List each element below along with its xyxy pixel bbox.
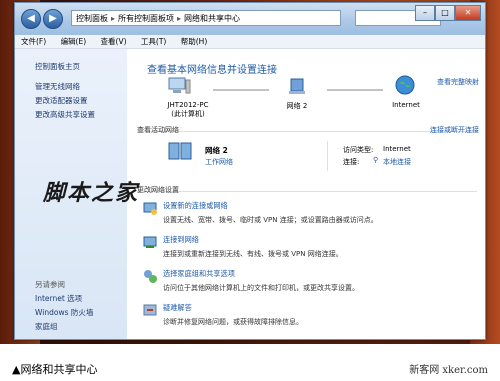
connection-label: 连接:: [343, 158, 360, 166]
task-setup-connection[interactable]: 设置新的连接或网络 设置无线、宽带、拨号、临时或 VPN 连接；或设置路由器或访…: [143, 201, 378, 225]
network-icon: [287, 77, 307, 95]
sidebar-item-manage-wireless[interactable]: 管理无线网络: [35, 81, 80, 92]
menu-bar: 文件(F) 编辑(E) 查看(V) 工具(T) 帮助(H): [15, 35, 485, 49]
network-name: 网络 2: [286, 102, 308, 110]
task-title[interactable]: 疑难解答: [163, 303, 303, 313]
watermark: 脚本之家: [43, 180, 140, 206]
address-segment[interactable]: 网络和共享中心: [184, 14, 240, 23]
task-troubleshoot[interactable]: 疑难解答 诊断并修复网络问题，或获得故障排除信息。: [143, 303, 303, 327]
back-button[interactable]: ◀: [21, 9, 41, 29]
sidebar-item-adapter-settings[interactable]: 更改适配器设置: [35, 95, 88, 106]
task-connect-network[interactable]: 连接到网络 连接到或重新连接到无线、有线、拨号或 VPN 网络连接。: [143, 235, 343, 259]
task-title[interactable]: 设置新的连接或网络: [163, 201, 378, 211]
network-type-link[interactable]: 工作网络: [205, 157, 233, 167]
homegroup-icon: [144, 270, 157, 283]
task-title[interactable]: 选择家庭组和共享选项: [163, 269, 359, 279]
minimize-button[interactable]: –: [415, 5, 435, 21]
figure-caption: ▲网络和共享中心: [12, 363, 98, 376]
menu-edit[interactable]: 编辑(E): [61, 37, 87, 46]
map-connector: [213, 89, 269, 91]
connection-link[interactable]: 本地连接: [383, 157, 411, 167]
close-button[interactable]: ✕: [455, 5, 481, 21]
maximize-button[interactable]: □: [435, 5, 455, 21]
active-network-name: 网络 2: [205, 146, 228, 155]
setup-connection-icon: [143, 202, 157, 215]
address-bar[interactable]: 控制面板 ▸ 所有控制面板项 ▸ 网络和共享中心: [71, 10, 341, 26]
active-networks-heading: 查看活动网络: [137, 126, 179, 134]
connect-network-icon: [143, 236, 157, 248]
access-type-label: 访问类型:: [343, 146, 374, 154]
see-also-heading: 另请参阅: [35, 280, 65, 289]
section-divider: [137, 131, 477, 132]
active-network-icon: [167, 141, 193, 163]
troubleshoot-icon: [143, 304, 157, 316]
section-divider: [137, 191, 477, 192]
connect-disconnect-link[interactable]: 连接或断开连接: [430, 125, 479, 135]
menu-help[interactable]: 帮助(H): [181, 37, 208, 46]
map-connector: [327, 89, 383, 91]
task-description: 连接到或重新连接到无线、有线、拨号或 VPN 网络连接。: [163, 250, 343, 258]
task-homegroup-sharing[interactable]: 选择家庭组和共享选项 访问位于其他网络计算机上的文件和打印机，或更改共享设置。: [144, 269, 359, 293]
internet-label: Internet: [392, 101, 420, 109]
change-settings-heading: 更改网络设置: [137, 186, 179, 194]
address-segment[interactable]: 控制面板: [76, 14, 108, 23]
see-full-map-link[interactable]: 查看完整映射: [437, 77, 479, 87]
globe-icon: [395, 75, 415, 95]
explorer-window: ◀ ▶ 控制面板 ▸ 所有控制面板项 ▸ 网络和共享中心 – □ ✕ 文件(F) 编辑(…: [14, 2, 486, 340]
menu-tools[interactable]: 工具(T): [141, 37, 166, 46]
task-title[interactable]: 连接到网络: [163, 235, 343, 245]
sidebar-item-homegroup[interactable]: 家庭组: [35, 321, 58, 332]
signal-icon: ⚲: [373, 156, 379, 164]
computer-icon: [167, 77, 191, 95]
access-type-value: Internet: [383, 145, 411, 153]
menu-file[interactable]: 文件(F): [21, 37, 46, 46]
credit-text: 新客网 xker.com: [409, 365, 488, 376]
main-panel: 查看基本网络信息并设置连接 查看完整映射 JHT2012-PC (此计算机) 网…: [127, 49, 485, 339]
vertical-divider: [327, 141, 328, 171]
sidebar-item-control-panel-home[interactable]: 控制面板主页: [35, 61, 80, 72]
sidebar-item-advanced-sharing[interactable]: 更改高级共享设置: [35, 109, 95, 120]
sidebar-item-windows-firewall[interactable]: Windows 防火墙: [35, 307, 93, 318]
page-title: 查看基本网络信息并设置连接: [147, 65, 277, 76]
task-description: 访问位于其他网络计算机上的文件和打印机，或更改共享设置。: [163, 284, 359, 292]
address-segment[interactable]: 所有控制面板项: [118, 14, 174, 23]
task-description: 诊断并修复网络问题，或获得故障排除信息。: [163, 318, 303, 326]
task-description: 设置无线、宽带、拨号、临时或 VPN 连接；或设置路由器或访问点。: [163, 216, 378, 224]
computer-sub: (此计算机): [171, 110, 205, 118]
menu-view[interactable]: 查看(V): [101, 37, 127, 46]
computer-name: JHT2012-PC: [167, 101, 209, 109]
title-bar: ◀ ▶ 控制面板 ▸ 所有控制面板项 ▸ 网络和共享中心 – □ ✕: [15, 3, 485, 35]
sidebar-item-internet-options[interactable]: Internet 选项: [35, 293, 82, 304]
forward-button[interactable]: ▶: [43, 9, 63, 29]
